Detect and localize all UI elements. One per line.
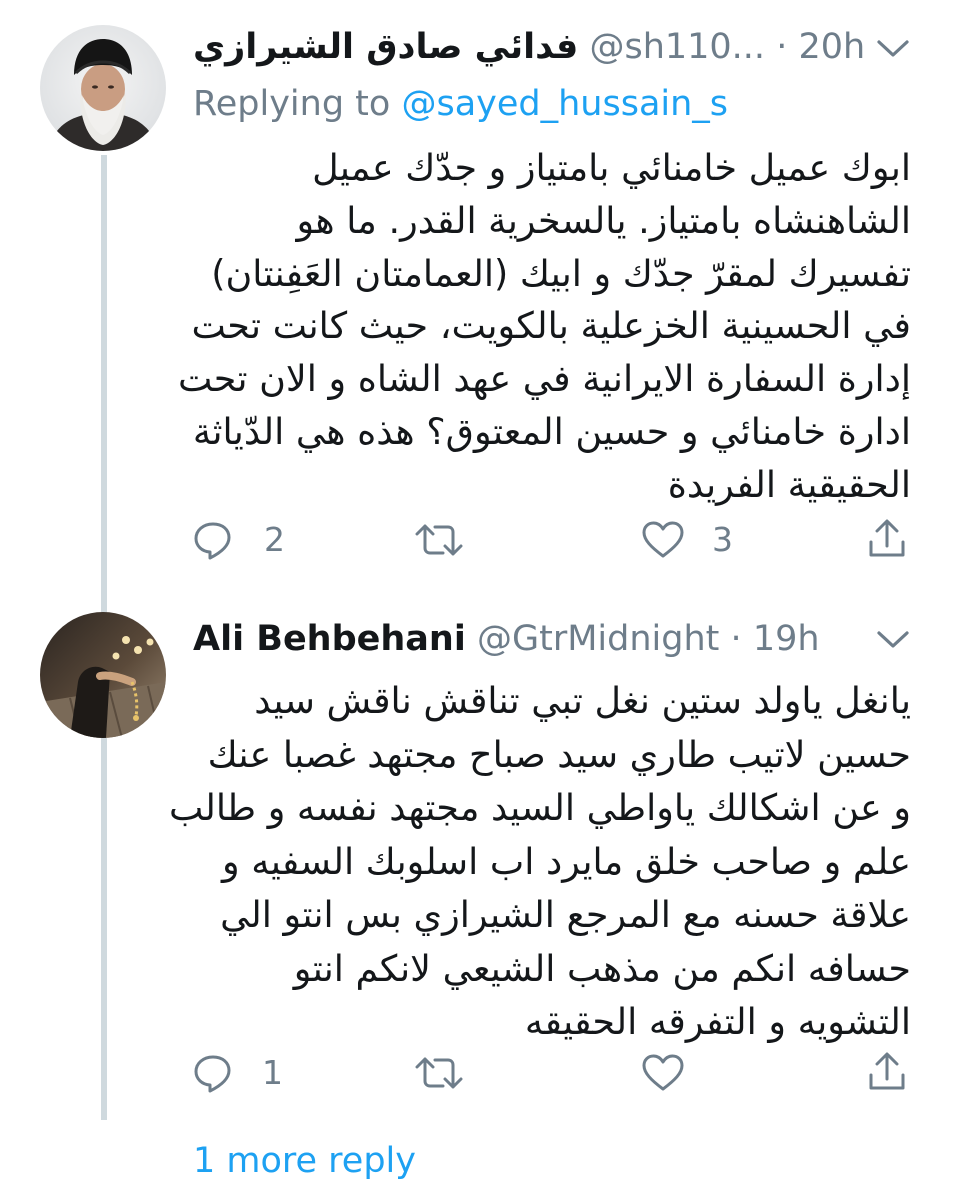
display-name[interactable]: فدائي صادق الشيرازي	[193, 27, 578, 67]
tweet-menu-button[interactable]	[874, 624, 912, 654]
tweet-timestamp[interactable]: 19h	[753, 619, 820, 659]
tweet-text-line: و عن اشكالك ياواطي السيد مجتهد نفسه و طا…	[168, 786, 911, 829]
reply-button[interactable]	[192, 1053, 234, 1093]
heart-icon	[642, 521, 684, 558]
reply-count: 2	[264, 520, 285, 559]
separator-dot: ·	[776, 27, 788, 67]
avatar[interactable]	[40, 612, 166, 738]
tweet-timestamp[interactable]: 20h	[798, 27, 865, 67]
tweet-text-line: ابوك عميل خامنائي بامتياز و جدّك عميل	[312, 146, 911, 189]
like-button[interactable]	[641, 1053, 685, 1093]
user-handle[interactable]: @GtrMidnight	[477, 619, 719, 659]
heart-icon	[642, 1054, 684, 1091]
user-handle[interactable]: @sh110...	[589, 27, 765, 67]
tweet-text: ابوك عميل خامنائي بامتياز و جدّك عميل ال…	[178, 142, 911, 512]
retweet-icon	[415, 1057, 463, 1089]
tweet-text-line: التشويه و التفرقه الحقيقه	[524, 1000, 911, 1043]
reply-bubble-icon	[194, 1055, 231, 1093]
like-button[interactable]	[641, 520, 685, 560]
tweet-text-line: إدارة السفارة الايرانية في عهد الشاه و ا…	[177, 357, 911, 401]
replying-to-line: Replying to @sayed_hussain_s	[193, 80, 728, 128]
tweet-text-line: علم و صاحب خلق مايرد اب اسلوبك السفيه و	[221, 839, 911, 883]
chevron-down-icon	[877, 40, 909, 57]
tweet-text-line: الحقيقية الفريدة	[667, 462, 911, 506]
share-button[interactable]	[866, 1051, 908, 1091]
reply-count: 1	[262, 1053, 283, 1092]
tweet-header: فدائي صادق الشيرازي @sh110... · 20h	[193, 22, 865, 72]
tweet-text-line: علاقة حسنه مع المرجع الشيرازي بس انتو ال…	[220, 893, 911, 936]
chevron-down-icon	[877, 631, 909, 648]
more-replies-link[interactable]: 1 more reply	[193, 1137, 416, 1185]
tweet-text-line: تفسيرك لمقرّ جدّك و ابيك (العمامتان العَ…	[211, 251, 911, 295]
reply-bubble-icon	[194, 522, 231, 560]
tweet-thread: فدائي صادق الشيرازي @sh110... · 20h Repl…	[0, 0, 953, 1200]
like-count: 3	[712, 520, 733, 559]
tweet-text-line: يانغل ياولد ستين نغل تبي تناقش ناقش سيد	[254, 679, 911, 722]
tweet-text: يانغل ياولد ستين نغل تبي تناقش ناقش سيد …	[169, 674, 911, 1049]
retweet-button[interactable]	[415, 1053, 463, 1093]
prayer-beads-photo-avatar	[40, 612, 166, 738]
avatar[interactable]	[40, 25, 166, 151]
tweet-text-line: حسافه انكم من مذهب الشيعي لانكم انتو	[293, 946, 911, 990]
reply-button[interactable]	[192, 520, 234, 560]
cleric-portrait-avatar	[40, 25, 166, 151]
tweet-text-line: ادارة خامنائي و حسين المعتوق؟ هذه هي الد…	[192, 409, 911, 453]
tweet-text-line: حسين لاتيب طاري سيد صباح مجتهد غصبا عنك	[207, 732, 911, 776]
replying-to-handle-link[interactable]: @sayed_hussain_s	[401, 84, 728, 124]
tweet-text-line: الشاهنشاه بامتياز. يالسخرية القدر. ما هو	[296, 198, 911, 242]
separator-dot: ·	[730, 619, 742, 659]
display-name[interactable]: Ali Behbehani	[193, 619, 466, 659]
tweet-header: Ali Behbehani @GtrMidnight · 19h	[193, 614, 820, 664]
share-icon	[869, 519, 905, 557]
retweet-icon	[415, 524, 463, 556]
share-button[interactable]	[866, 518, 908, 558]
share-icon	[869, 1052, 905, 1090]
tweet-menu-button[interactable]	[874, 33, 912, 63]
replying-to-label: Replying to	[193, 84, 391, 124]
retweet-button[interactable]	[415, 520, 463, 560]
tweet-text-line: في الحسينية الخزعلية بالكويت، حيث كانت ت…	[191, 304, 911, 348]
